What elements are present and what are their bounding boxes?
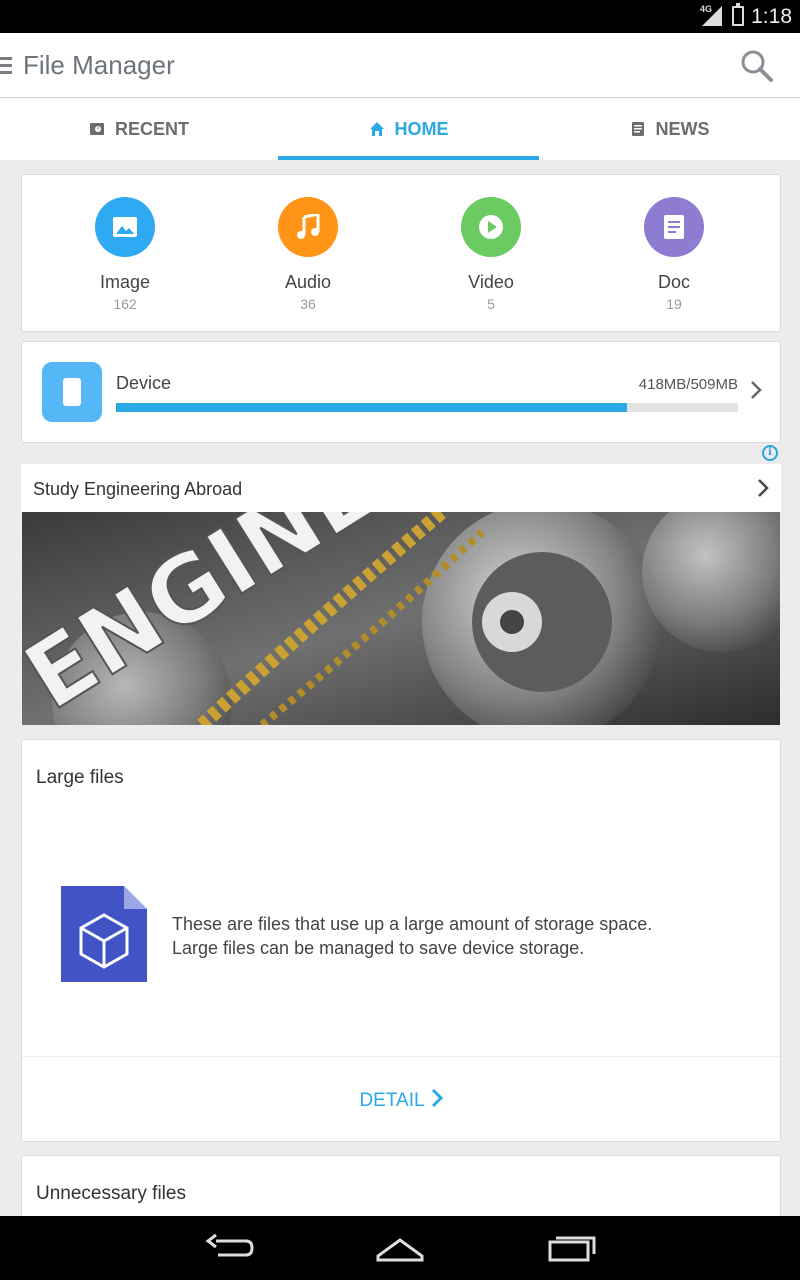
tab-indicator: [278, 156, 539, 160]
large-files-card: Large files These are files that use up …: [21, 739, 781, 1142]
category-image-label: Image: [99, 272, 151, 292]
category-doc[interactable]: Doc 19: [614, 197, 734, 312]
app-bar: File Manager: [0, 33, 800, 98]
recent-icon: [89, 123, 104, 135]
system-nav-bar: [0, 1216, 800, 1280]
large-file-cube-icon: [61, 886, 147, 982]
search-icon[interactable]: [740, 49, 774, 83]
app-title: File Manager: [23, 50, 175, 80]
music-note-icon: [297, 214, 320, 239]
clock: 1:18: [751, 5, 792, 28]
ad-image[interactable]: ENGINE: [22, 512, 780, 725]
home-nav-icon[interactable]: [372, 1232, 428, 1264]
storage-progress-fill: [116, 403, 627, 412]
status-bar: 4G 1:18: [0, 0, 800, 33]
battery-icon: [732, 3, 744, 26]
unnecessary-files-title: Unnecessary files: [36, 1183, 186, 1204]
chevron-right-icon: [431, 1088, 443, 1108]
detail-label: DETAIL: [359, 1090, 425, 1111]
ad-info-icon[interactable]: i: [762, 445, 778, 461]
storage-card[interactable]: Device 418MB/509MB: [21, 341, 781, 443]
chevron-right-icon: [758, 479, 769, 497]
category-video[interactable]: Video 5: [431, 197, 551, 312]
tab-news-label: NEWS: [655, 118, 710, 139]
large-files-title: Large files: [36, 767, 124, 788]
play-icon: [479, 215, 503, 239]
tab-bar: RECENT HOME NEWS: [0, 98, 800, 160]
ad-title: Study Engineering Abroad: [33, 479, 243, 499]
tab-recent-label: RECENT: [114, 118, 189, 139]
device-icon: [42, 362, 102, 422]
document-icon: [664, 215, 684, 239]
category-audio-circle: [278, 197, 338, 257]
storage-label: Device: [116, 373, 172, 393]
category-audio-count: 36: [300, 296, 316, 312]
detail-button[interactable]: DETAIL: [22, 1088, 780, 1112]
large-files-description-line2: Large files can be managed to save devic…: [172, 938, 585, 958]
divider: [22, 1056, 780, 1057]
tab-recent[interactable]: RECENT: [0, 98, 278, 160]
tab-home[interactable]: HOME: [278, 98, 539, 160]
ad-header[interactable]: Study Engineering Abroad: [21, 464, 781, 512]
storage-size: 418MB/509MB: [638, 376, 738, 393]
categories-card: Image 162 Audio 36 Video 5 Doc 19: [21, 174, 781, 332]
tab-news[interactable]: NEWS: [539, 98, 800, 160]
category-video-circle: [461, 197, 521, 257]
menu-icon[interactable]: [0, 57, 12, 78]
category-image-circle: [95, 197, 155, 257]
chevron-right-icon: [751, 381, 762, 399]
image-icon: [113, 217, 137, 237]
category-video-count: 5: [487, 296, 495, 312]
network-type: 4G: [700, 4, 713, 14]
category-audio[interactable]: Audio 36: [248, 197, 368, 312]
signal-icon: 4G: [700, 4, 722, 26]
category-doc-label: Doc: [657, 272, 690, 292]
large-files-description: These are files that use up a large amou…: [172, 912, 752, 960]
category-doc-circle: [644, 197, 704, 257]
large-files-description-line1: These are files that use up a large amou…: [172, 914, 653, 934]
tab-home-label: HOME: [394, 118, 449, 139]
category-image[interactable]: Image 162: [65, 197, 185, 312]
back-icon[interactable]: [202, 1232, 258, 1264]
category-audio-label: Audio: [284, 272, 332, 292]
category-doc-count: 19: [666, 296, 682, 312]
category-image-count: 162: [113, 296, 137, 312]
recents-nav-icon[interactable]: [544, 1232, 600, 1264]
news-icon: [631, 122, 644, 136]
category-video-label: Video: [468, 272, 514, 292]
storage-progress-bar: [116, 403, 738, 412]
home-icon: [369, 122, 384, 136]
